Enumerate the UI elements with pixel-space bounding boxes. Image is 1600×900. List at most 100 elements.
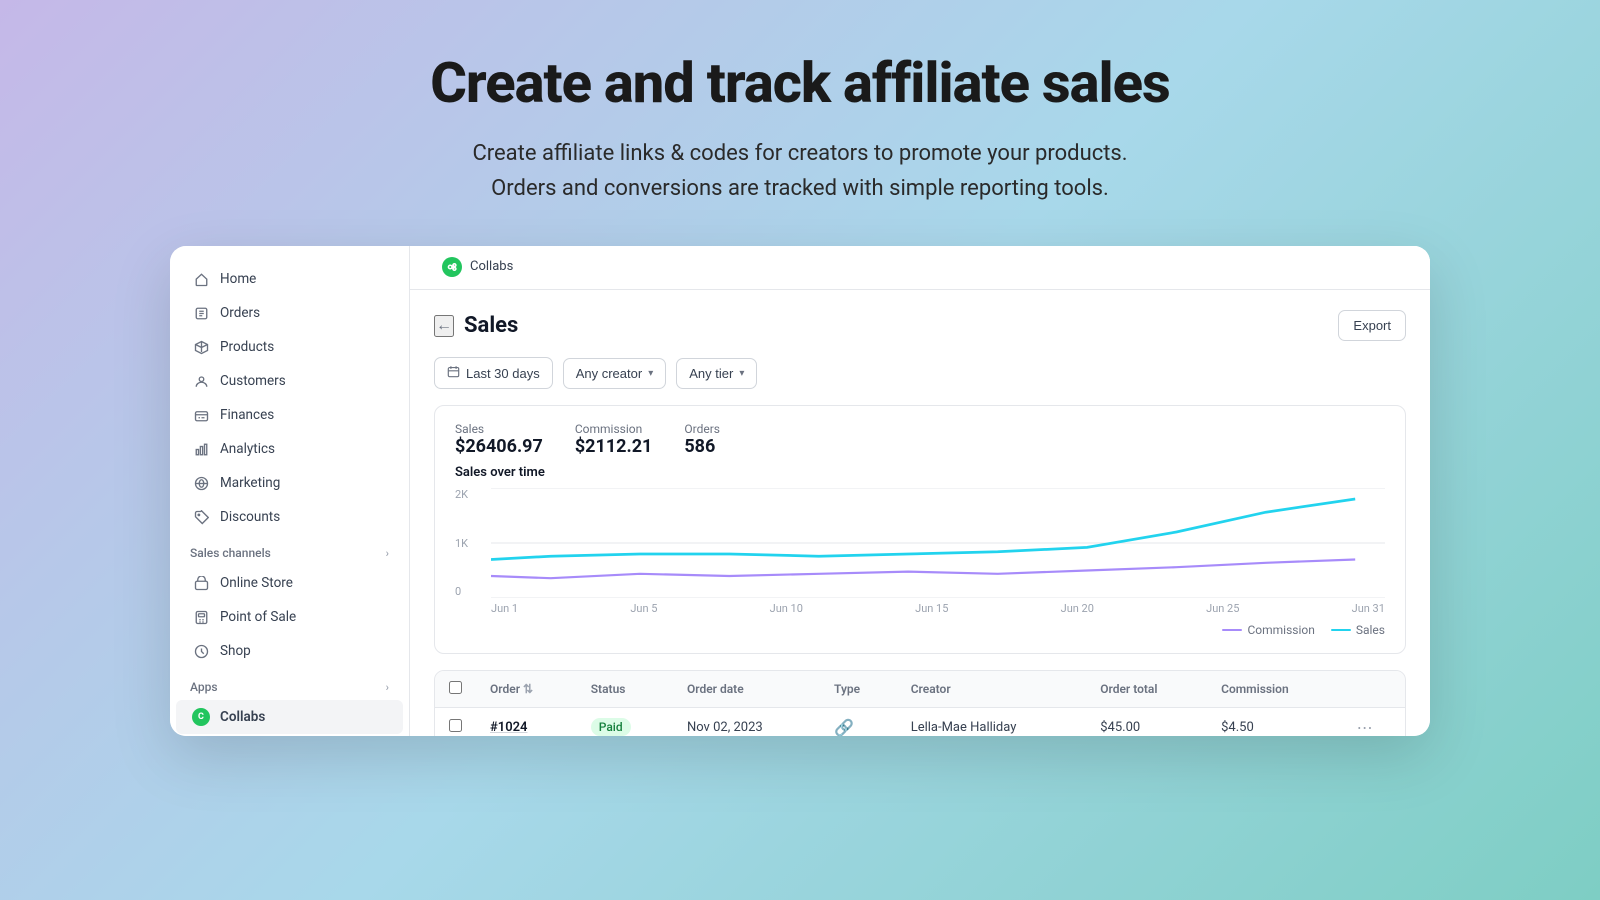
table-row: #1024 Paid Nov 02, 2023 🔗 Lella-Mae Hall… bbox=[435, 708, 1405, 737]
content-area: ← Sales Export Last 30 days bbox=[410, 290, 1430, 736]
sidebar-item-home[interactable]: Home bbox=[176, 262, 403, 296]
discounts-label: Discounts bbox=[220, 509, 280, 525]
main-content: Collabs ← Sales Export bbox=[410, 246, 1430, 736]
status-badge: Paid bbox=[591, 718, 631, 736]
sidebar-item-point-of-sale[interactable]: Point of Sale bbox=[176, 600, 403, 634]
hero-subtitle: Create affiliate links & codes for creat… bbox=[20, 136, 1580, 206]
stat-sales: Sales $26406.97 bbox=[455, 422, 543, 457]
collabs-icon: C bbox=[192, 708, 210, 726]
legend-sales: Sales bbox=[1331, 623, 1385, 637]
sidebar: Home Orders Products bbox=[170, 246, 410, 736]
app-window: Home Orders Products bbox=[170, 246, 1430, 736]
sidebar-item-marketing[interactable]: Marketing bbox=[176, 466, 403, 500]
customers-icon bbox=[192, 372, 210, 390]
commission-legend-label: Commission bbox=[1247, 623, 1314, 637]
sidebar-item-orders[interactable]: Orders bbox=[176, 296, 403, 330]
col-type: Type bbox=[820, 671, 897, 708]
chart-container: Sales $26406.97 Commission $2112.21 Orde… bbox=[434, 405, 1406, 654]
col-status: Status bbox=[577, 671, 673, 708]
sidebar-sub-recruiting[interactable]: Recruiting bbox=[176, 734, 403, 736]
analytics-label: Analytics bbox=[220, 441, 275, 457]
col-actions bbox=[1343, 671, 1405, 708]
apps-chevron-icon: › bbox=[386, 681, 389, 694]
marketing-label: Marketing bbox=[220, 475, 280, 491]
row-checkbox[interactable] bbox=[449, 719, 462, 732]
tab-bar: Collabs bbox=[410, 246, 1430, 290]
chart-svg bbox=[491, 488, 1385, 598]
table-header-row: Order ⇅ Status Order date Type Creator O… bbox=[435, 671, 1405, 708]
sidebar-item-customers[interactable]: Customers bbox=[176, 364, 403, 398]
tier-filter-label: Any tier bbox=[689, 366, 733, 381]
sidebar-item-discounts[interactable]: Discounts bbox=[176, 500, 403, 534]
hero-section: Create and track affiliate sales Create … bbox=[0, 0, 1600, 236]
sidebar-item-online-store[interactable]: Online Store bbox=[176, 566, 403, 600]
creator-chevron-icon: ▾ bbox=[648, 368, 653, 379]
sidebar-item-collabs[interactable]: C Collabs bbox=[176, 700, 403, 734]
col-checkbox bbox=[435, 671, 476, 708]
chart-title: Sales over time bbox=[455, 465, 1385, 480]
apps-header: Apps › bbox=[170, 668, 409, 700]
creator-filter[interactable]: Any creator ▾ bbox=[563, 358, 667, 389]
shop-label: Shop bbox=[220, 643, 251, 659]
legend-commission: Commission bbox=[1222, 623, 1314, 637]
orders-label: Orders bbox=[220, 305, 260, 321]
select-all-checkbox[interactable] bbox=[449, 681, 462, 694]
marketing-icon bbox=[192, 474, 210, 492]
chevron-right-icon: › bbox=[386, 547, 389, 560]
chart-legend: Commission Sales bbox=[455, 623, 1385, 637]
filters-row: Last 30 days Any creator ▾ Any tier ▾ bbox=[434, 357, 1406, 389]
row-order-cell: #1024 bbox=[476, 708, 577, 737]
tab-collabs-label: Collabs bbox=[470, 259, 513, 274]
orders-table: Order ⇅ Status Order date Type Creator O… bbox=[434, 670, 1406, 736]
row-status-cell: Paid bbox=[577, 708, 673, 737]
products-icon bbox=[192, 338, 210, 356]
stat-orders: Orders 586 bbox=[684, 422, 720, 457]
sidebar-item-shop[interactable]: Shop bbox=[176, 634, 403, 668]
shop-icon bbox=[192, 642, 210, 660]
online-store-label: Online Store bbox=[220, 575, 293, 591]
sidebar-item-analytics[interactable]: Analytics bbox=[176, 432, 403, 466]
home-label: Home bbox=[220, 271, 256, 287]
order-number-link[interactable]: #1024 bbox=[490, 720, 527, 735]
back-button[interactable]: ← bbox=[434, 315, 454, 337]
link-type-icon: 🔗 bbox=[834, 718, 854, 736]
discounts-icon bbox=[192, 508, 210, 526]
tab-collabs-icon bbox=[442, 257, 462, 277]
finances-label: Finances bbox=[220, 407, 274, 423]
row-actions-button[interactable]: ⋯ bbox=[1357, 718, 1373, 736]
page-title: Sales bbox=[464, 313, 518, 338]
stat-commission: Commission $2112.21 bbox=[575, 422, 653, 457]
export-button[interactable]: Export bbox=[1338, 310, 1406, 341]
sort-icon[interactable]: ⇅ bbox=[523, 682, 533, 696]
pos-icon bbox=[192, 608, 210, 626]
sales-value: $26406.97 bbox=[455, 436, 543, 457]
sidebar-item-products[interactable]: Products bbox=[176, 330, 403, 364]
date-range-filter[interactable]: Last 30 days bbox=[434, 357, 553, 389]
hero-title: Create and track affiliate sales bbox=[20, 50, 1580, 116]
tier-filter[interactable]: Any tier ▾ bbox=[676, 358, 757, 389]
sidebar-item-finances[interactable]: Finances bbox=[176, 398, 403, 432]
analytics-icon bbox=[192, 440, 210, 458]
col-order-date: Order date bbox=[673, 671, 820, 708]
orders-icon bbox=[192, 304, 210, 322]
col-creator: Creator bbox=[897, 671, 1087, 708]
products-label: Products bbox=[220, 339, 274, 355]
hero-subtitle-line2: Orders and conversions are tracked with … bbox=[491, 176, 1109, 201]
online-store-icon bbox=[192, 574, 210, 592]
commission-legend-line bbox=[1222, 629, 1242, 631]
finances-icon bbox=[192, 406, 210, 424]
stats-row: Sales $26406.97 Commission $2112.21 Orde… bbox=[455, 422, 1385, 457]
col-order-total: Order total bbox=[1086, 671, 1207, 708]
row-total-cell: $45.00 bbox=[1086, 708, 1207, 737]
tab-collabs[interactable]: Collabs bbox=[430, 246, 525, 290]
row-date-cell: Nov 02, 2023 bbox=[673, 708, 820, 737]
sales-legend-line bbox=[1331, 629, 1351, 631]
date-range-label: Last 30 days bbox=[466, 366, 540, 381]
commission-value: $2112.21 bbox=[575, 436, 653, 457]
row-checkbox-cell bbox=[435, 708, 476, 737]
creator-filter-label: Any creator bbox=[576, 366, 642, 381]
row-commission-cell: $4.50 bbox=[1207, 708, 1342, 737]
commission-label: Commission bbox=[575, 422, 653, 436]
chart-y-labels: 2K 1K 0 bbox=[455, 488, 485, 598]
sales-legend-label: Sales bbox=[1356, 623, 1385, 637]
